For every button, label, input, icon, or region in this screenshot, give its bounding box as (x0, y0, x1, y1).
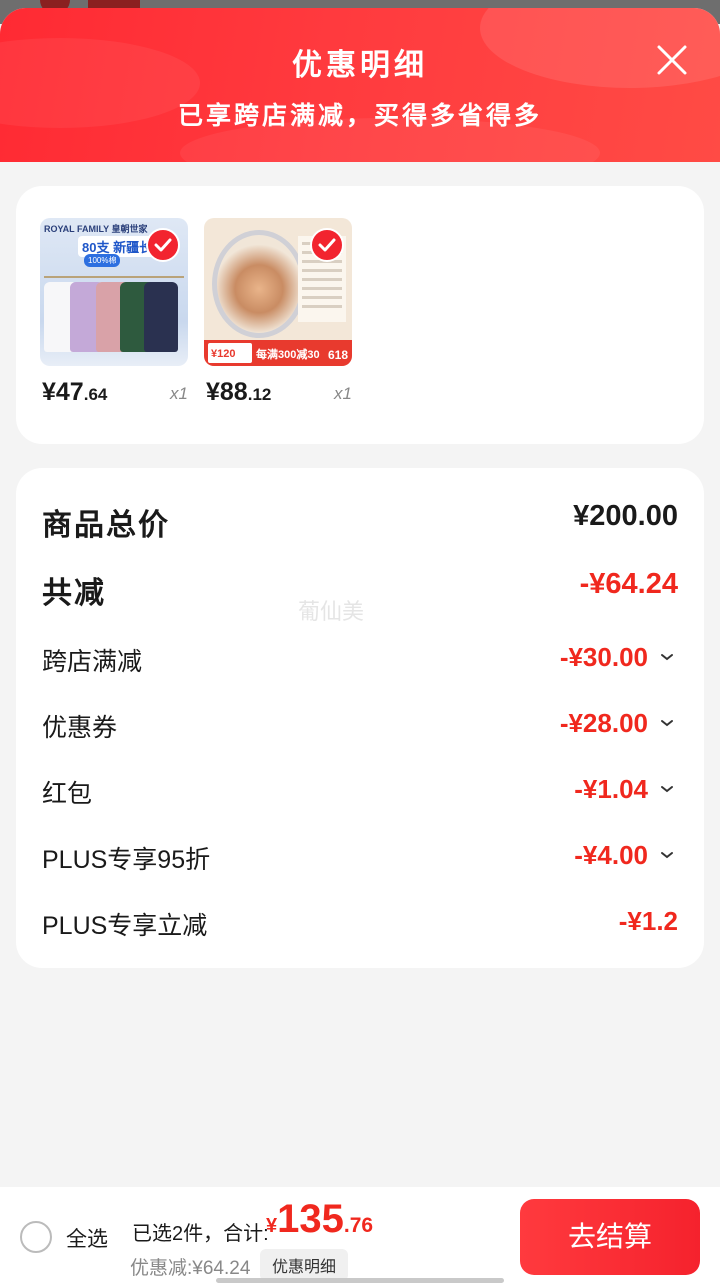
product-quantity: x1 (170, 384, 188, 403)
summary-row-red-packet[interactable]: 红包 -¥1.04 (42, 774, 678, 814)
selected-check-badge (146, 228, 180, 262)
price-summary-card: 葡仙美 商品总价 ¥200.00 共减 -¥64.24 跨店满减 -¥30.00… (16, 468, 704, 968)
check-icon (154, 238, 172, 252)
home-indicator (216, 1278, 504, 1283)
price-decimal: .64 (83, 385, 108, 404)
mirror-graphic (212, 230, 306, 338)
product-brand-text: ROYAL FAMILY 皇朝世家 (44, 224, 148, 234)
row-value: -¥28.00 (559, 708, 648, 738)
chevron-down-icon (661, 654, 673, 661)
selected-check-badge (310, 228, 344, 262)
price-integer: ¥47 (42, 378, 84, 406)
row-label: PLUS专享95折 (42, 846, 211, 874)
close-button[interactable] (656, 44, 688, 76)
product-price: ¥47.64 (42, 378, 107, 407)
close-icon (657, 45, 687, 75)
price-box: ¥120 (208, 343, 252, 363)
sheet-subtitle: 已享跨店满减，买得多省得多 (177, 102, 542, 130)
row-value: -¥1.04 (574, 774, 648, 804)
sheet-title: 优惠明细 (292, 49, 428, 82)
promo-text: 每满300减30 (256, 349, 320, 361)
total-currency: ¥ (266, 1215, 278, 1237)
tshirt-graphic (144, 282, 178, 352)
summary-row-cross-store[interactable]: 跨店满减 -¥30.00 (42, 642, 678, 682)
select-all-radio[interactable] (20, 1221, 52, 1253)
row-label: 跨店满减 (42, 648, 143, 676)
chevron-down-icon (661, 720, 673, 727)
discount-detail-button[interactable]: 优惠明细 (260, 1249, 349, 1281)
product-quantity: x1 (334, 384, 352, 403)
total-integer: 135 (277, 1197, 344, 1241)
promo-badge: 618 (327, 348, 348, 362)
row-value: -¥64.24 (579, 568, 678, 600)
summary-row-coupon[interactable]: 优惠券 -¥28.00 (42, 708, 678, 748)
total-decimal: .76 (343, 1214, 374, 1237)
row-value: -¥4.00 (574, 840, 648, 870)
discount-detail-sheet: 优惠明细 已享跨店满减，买得多省得多 ROYAL FAMILY 皇朝世家 80支… (0, 8, 720, 1287)
summary-row-total: 商品总价 ¥200.00 (42, 500, 678, 542)
products-card: ROYAL FAMILY 皇朝世家 80支 新疆长绒 100%棉 ¥47.64 … (16, 186, 704, 444)
select-all-label[interactable]: 全选 (66, 1223, 108, 1253)
checkout-button[interactable]: 去结算 (520, 1199, 700, 1275)
row-value: -¥1.2 (618, 906, 678, 936)
checkout-bar: 全选 已选2件，合计: ¥135.76 优惠减:¥64.24 优惠明细 去结算 (0, 1187, 720, 1287)
sheet-header: 优惠明细 已享跨店满减，买得多省得多 (0, 8, 720, 162)
summary-row-plus-instant: PLUS专享立减 -¥1.2 (42, 906, 678, 946)
row-label: 共减 (42, 577, 106, 610)
product-tag: 100%棉 (84, 254, 121, 267)
row-label: 优惠券 (42, 714, 118, 742)
total-price: ¥135.76 (266, 1197, 373, 1242)
selected-count-text: 已选2件，合计: (132, 1223, 269, 1245)
row-value: ¥200.00 (573, 500, 678, 532)
product-item[interactable]: ¥120 每满300减30 618 ¥88.12 x1 (204, 218, 352, 406)
product-image[interactable]: ROYAL FAMILY 皇朝世家 80支 新疆长绒 100%棉 (40, 218, 188, 366)
chevron-down-icon (661, 852, 673, 859)
row-value: -¥30.00 (559, 642, 648, 672)
summary-row-total-discount: 共减 -¥64.24 (42, 568, 678, 610)
product-price: ¥88.12 (206, 378, 271, 407)
row-label: PLUS专享立减 (42, 912, 208, 940)
summary-row-plus-95[interactable]: PLUS专享95折 -¥4.00 (42, 840, 678, 880)
product-item[interactable]: ROYAL FAMILY 皇朝世家 80支 新疆长绒 100%棉 ¥47.64 … (40, 218, 188, 406)
hanger-rod (44, 276, 184, 278)
check-icon (318, 238, 336, 252)
discount-summary-text: 优惠减:¥64.24 (130, 1258, 251, 1279)
price-integer: ¥88 (206, 378, 248, 406)
price-decimal: .12 (247, 385, 272, 404)
chevron-down-icon (661, 786, 673, 793)
row-label: 红包 (42, 780, 93, 808)
row-label: 商品总价 (42, 509, 170, 542)
product-image[interactable]: ¥120 每满300减30 618 (204, 218, 352, 366)
